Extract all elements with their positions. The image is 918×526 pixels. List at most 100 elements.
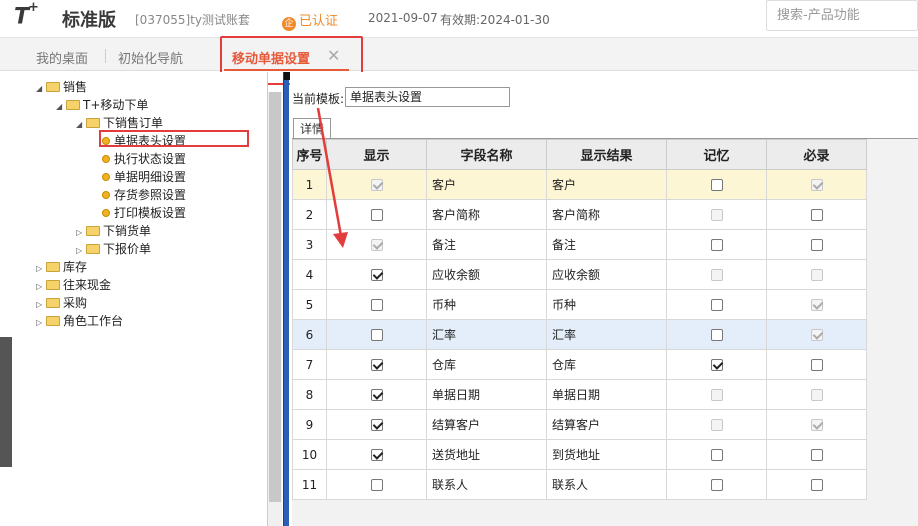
show-checkbox[interactable] xyxy=(370,479,383,491)
row-number: 7 xyxy=(292,349,327,380)
show-checkbox xyxy=(370,179,383,191)
required-cell xyxy=(766,439,867,470)
show-checkbox[interactable] xyxy=(370,449,383,461)
leaf-dot-icon xyxy=(102,191,110,199)
memory-checkbox xyxy=(710,209,723,221)
display-result-cell[interactable]: 汇率 xyxy=(546,319,667,350)
field-table: 序号 显示 字段名称 显示结果 记忆 必录 1 客户 客户 2 客户简称 客户简称 3 备注备… xyxy=(292,139,867,500)
app-header: T+ 标准版 [037055]ty测试账套 企已认证 2021-09-07 有效… xyxy=(0,0,918,38)
table-row[interactable]: 5 币种 币种 xyxy=(292,289,867,320)
tree-node[interactable]: 存货参照设置 xyxy=(102,186,186,204)
current-date: 2021-09-07 xyxy=(368,11,438,25)
table-row[interactable]: 2 客户简称 客户简称 xyxy=(292,199,867,230)
show-checkbox[interactable] xyxy=(370,299,383,311)
tree-node[interactable]: ▷ 库存 xyxy=(36,258,87,276)
edition-label: 标准版 xyxy=(62,10,116,31)
memory-checkbox[interactable] xyxy=(710,239,723,251)
show-cell xyxy=(326,229,427,260)
show-checkbox[interactable] xyxy=(370,419,383,431)
display-result-cell[interactable]: 应收余额 xyxy=(546,259,667,290)
table-row[interactable]: 10 送货地址 到货地址 xyxy=(292,439,867,470)
table-row[interactable]: 3 备注 备注 xyxy=(292,229,867,260)
table-row[interactable]: 1 客户 客户 xyxy=(292,169,867,200)
expanded-icon[interactable]: ◢ xyxy=(56,98,66,116)
display-result-cell[interactable]: 到货地址 xyxy=(546,439,667,470)
show-cell xyxy=(326,439,427,470)
tree-node[interactable]: 执行状态设置 xyxy=(102,150,186,168)
show-checkbox[interactable] xyxy=(370,269,383,281)
memory-checkbox[interactable] xyxy=(710,329,723,341)
table-row[interactable]: 8 单据日期 单据日期 xyxy=(292,379,867,410)
memory-checkbox[interactable] xyxy=(710,179,723,191)
show-checkbox[interactable] xyxy=(370,209,383,221)
show-checkbox[interactable] xyxy=(370,389,383,401)
expanded-icon[interactable]: ◢ xyxy=(76,116,86,134)
col-header-required: 必录 xyxy=(766,139,867,170)
folder-icon xyxy=(46,280,60,290)
memory-cell xyxy=(666,379,767,410)
display-result-cell[interactable]: 单据日期 xyxy=(546,379,667,410)
show-checkbox[interactable] xyxy=(370,359,383,371)
close-icon[interactable]: ✕ xyxy=(327,46,340,65)
display-result-cell[interactable]: 币种 xyxy=(546,289,667,320)
memory-checkbox[interactable] xyxy=(710,449,723,461)
table-row[interactable]: 7 仓库 仓库 xyxy=(292,349,867,380)
table-row[interactable]: 9 结算客户 结算客户 xyxy=(292,409,867,440)
folder-icon xyxy=(86,118,100,128)
memory-checkbox[interactable] xyxy=(710,299,723,311)
row-number: 5 xyxy=(292,289,327,320)
tree-node[interactable]: ▷ 往来现金 xyxy=(36,276,111,294)
tree-node[interactable]: ▷ 采购 xyxy=(36,294,87,312)
tree-node[interactable]: 单据明细设置 xyxy=(102,168,186,186)
scrollbar-thumb[interactable] xyxy=(269,92,281,502)
show-cell xyxy=(326,259,427,290)
table-row[interactable]: 11 联系人 联系人 xyxy=(292,469,867,500)
template-field[interactable]: 单据表头设置 xyxy=(345,87,510,107)
memory-cell xyxy=(666,199,767,230)
memory-checkbox[interactable] xyxy=(710,479,723,491)
app-logo: T+ xyxy=(14,0,39,30)
required-checkbox[interactable] xyxy=(810,239,823,251)
required-checkbox[interactable] xyxy=(810,449,823,461)
edge-dark-block xyxy=(0,337,12,467)
required-checkbox[interactable] xyxy=(810,479,823,491)
required-checkbox[interactable] xyxy=(810,359,823,371)
field-name-cell: 汇率 xyxy=(426,319,547,350)
search-input[interactable]: 搜索-产品功能 xyxy=(766,0,918,31)
expanded-icon[interactable]: ◢ xyxy=(36,80,46,98)
memory-checkbox xyxy=(710,419,723,431)
tree-node-label: 往来现金 xyxy=(63,278,112,292)
row-number: 2 xyxy=(292,199,327,230)
show-checkbox[interactable] xyxy=(370,329,383,341)
row-number: 10 xyxy=(292,439,327,470)
tab-init-guide[interactable]: 初始化导航 xyxy=(118,48,183,67)
display-result-cell[interactable]: 客户 xyxy=(546,169,667,200)
tab-my-desktop[interactable]: 我的桌面 xyxy=(36,48,88,67)
tree-node[interactable]: ▷ 下报价单 xyxy=(76,240,151,258)
required-checkbox[interactable] xyxy=(810,209,823,221)
display-result-cell[interactable]: 结算客户 xyxy=(546,409,667,440)
tree-node[interactable]: ▷ 下销货单 xyxy=(76,222,151,240)
tab-detail[interactable]: 详情 xyxy=(293,118,331,139)
tree-node-label: 下销货单 xyxy=(103,224,152,238)
active-tab-underline xyxy=(224,69,349,71)
collapsed-icon[interactable]: ▷ xyxy=(36,314,46,332)
display-result-cell[interactable]: 联系人 xyxy=(546,469,667,500)
tree-node[interactable]: 打印模板设置 xyxy=(102,204,186,222)
tab-label: 移动单据设置 xyxy=(232,52,311,67)
table-row[interactable]: 4 应收余额 应收余额 xyxy=(292,259,867,290)
table-row[interactable]: 6 汇率 汇率 xyxy=(292,319,867,350)
panel-splitter[interactable] xyxy=(283,72,290,526)
display-result-cell[interactable]: 仓库 xyxy=(546,349,667,380)
display-result-cell[interactable]: 备注 xyxy=(546,229,667,260)
required-cell xyxy=(766,169,867,200)
memory-checkbox xyxy=(710,389,723,401)
memory-checkbox[interactable] xyxy=(710,359,723,371)
display-result-cell[interactable]: 客户简称 xyxy=(546,199,667,230)
tree-node[interactable]: ◢ T+移动下单 xyxy=(56,96,148,114)
tree-node[interactable]: ◢ 销售 xyxy=(36,78,87,96)
required-cell xyxy=(766,319,867,350)
folder-icon xyxy=(66,100,80,110)
tree-scrollbar[interactable] xyxy=(268,92,282,526)
tree-node[interactable]: ▷ 角色工作台 xyxy=(36,312,123,330)
